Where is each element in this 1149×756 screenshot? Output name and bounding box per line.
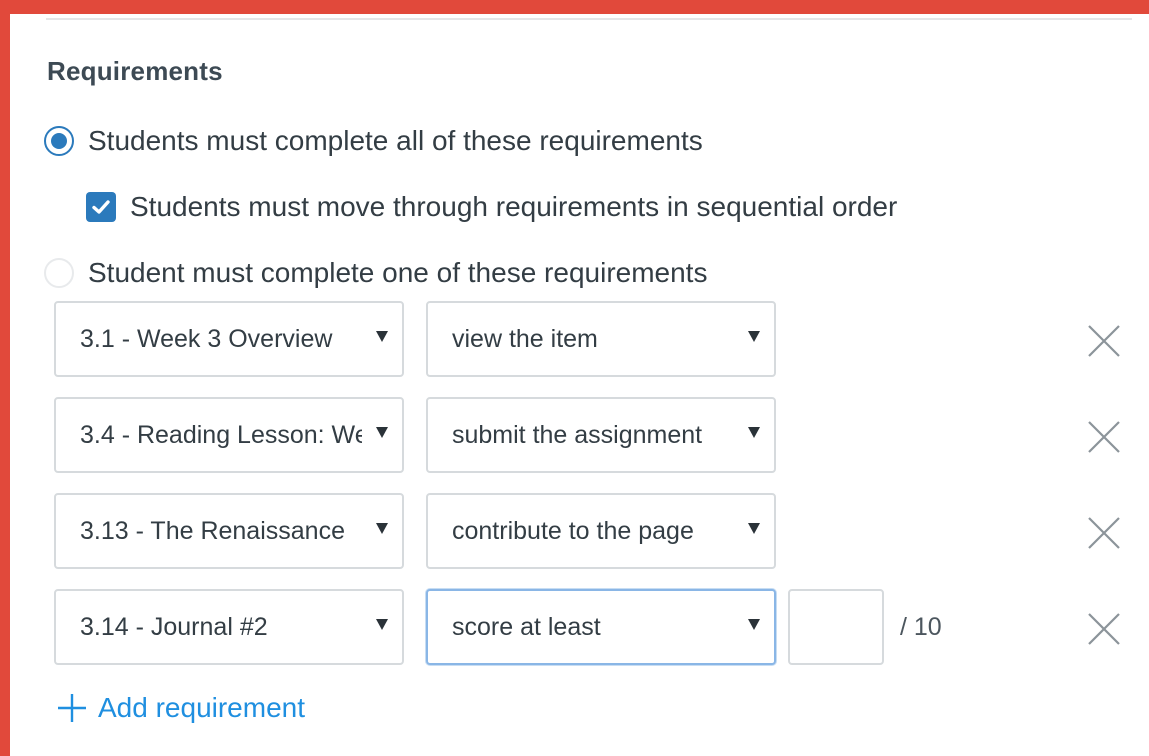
option-complete-one[interactable]: Student must complete one of these requi… — [44, 257, 707, 289]
requirements-panel: Requirements Students must complete all … — [10, 14, 1149, 756]
check-icon — [92, 200, 110, 214]
radio-complete-one[interactable] — [44, 258, 74, 288]
caret-down-icon — [376, 619, 388, 630]
close-icon — [1088, 613, 1120, 645]
requirement-item-select[interactable]: 3.13 - The Renaissance — [54, 493, 404, 569]
caret-down-icon — [748, 427, 760, 438]
requirement-action-select[interactable]: view the item — [426, 301, 776, 377]
requirement-row: 3.1 - Week 3 Overview view the item — [54, 301, 1134, 377]
requirement-item-value: 3.4 - Reading Lesson: Week 3 — [80, 420, 362, 449]
divider — [46, 18, 1132, 20]
requirement-row: 3.4 - Reading Lesson: Week 3 submit the … — [54, 397, 1134, 473]
requirement-item-select[interactable]: 3.1 - Week 3 Overview — [54, 301, 404, 377]
requirement-action-select[interactable]: score at least — [426, 589, 776, 665]
caret-down-icon — [376, 427, 388, 438]
caret-down-icon — [376, 523, 388, 534]
add-requirement-button[interactable]: Add requirement — [56, 692, 305, 724]
close-icon — [1088, 421, 1120, 453]
section-title: Requirements — [47, 56, 223, 86]
requirement-action-select[interactable]: contribute to the page — [426, 493, 776, 569]
caret-down-icon — [376, 331, 388, 342]
requirement-action-value: view the item — [452, 324, 598, 353]
remove-requirement-button[interactable] — [1084, 417, 1124, 457]
requirement-action-value: submit the assignment — [452, 420, 703, 449]
caret-down-icon — [748, 523, 760, 534]
remove-requirement-button[interactable] — [1084, 513, 1124, 553]
close-icon — [1088, 325, 1120, 357]
remove-requirement-button[interactable] — [1084, 609, 1124, 649]
requirement-item-value: 3.1 - Week 3 Overview — [80, 324, 333, 353]
remove-requirement-button[interactable] — [1084, 321, 1124, 361]
requirement-item-value: 3.14 - Journal #2 — [80, 612, 268, 641]
requirement-item-value: 3.13 - The Renaissance — [80, 516, 345, 545]
score-input[interactable] — [788, 589, 884, 665]
requirement-item-select[interactable]: 3.14 - Journal #2 — [54, 589, 404, 665]
option-complete-all-label: Students must complete all of these requ… — [88, 125, 703, 156]
option-sequential-order[interactable]: Students must move through requirements … — [86, 191, 897, 223]
radio-dot — [51, 133, 67, 149]
requirement-row: 3.13 - The Renaissance contribute to the… — [54, 493, 1134, 569]
add-requirement-label: Add requirement — [98, 692, 306, 723]
radio-complete-all[interactable] — [44, 126, 74, 156]
close-icon — [1088, 517, 1120, 549]
requirement-row: 3.14 - Journal #2 score at least / 10 — [54, 589, 1134, 665]
requirement-action-value: score at least — [452, 612, 601, 641]
caret-down-icon — [748, 619, 760, 630]
checkbox-sequential-order[interactable] — [86, 192, 116, 222]
score-max-label: / 10 — [900, 613, 942, 641]
caret-down-icon — [748, 331, 760, 342]
requirement-item-select[interactable]: 3.4 - Reading Lesson: Week 3 — [54, 397, 404, 473]
plus-icon — [56, 692, 88, 724]
requirement-action-select[interactable]: submit the assignment — [426, 397, 776, 473]
option-complete-one-label: Student must complete one of these requi… — [88, 257, 708, 288]
option-complete-all[interactable]: Students must complete all of these requ… — [44, 125, 703, 157]
requirement-action-value: contribute to the page — [452, 516, 694, 545]
option-sequential-order-label: Students must move through requirements … — [130, 191, 898, 222]
